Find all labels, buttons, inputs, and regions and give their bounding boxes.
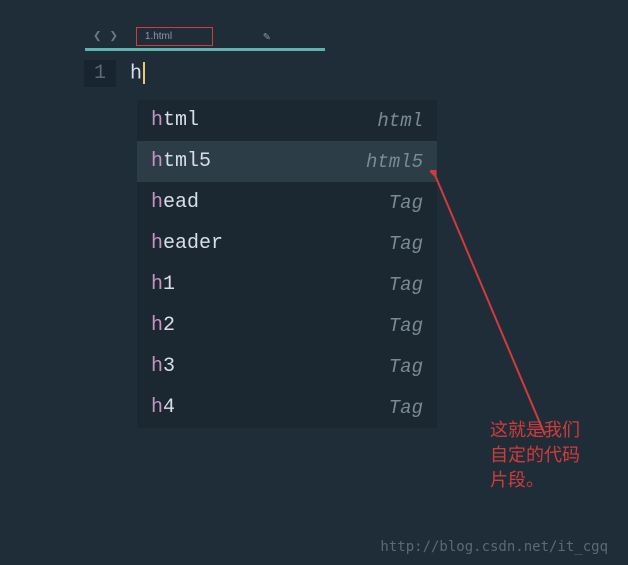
autocomplete-type: html <box>377 110 423 132</box>
nav-arrows: ❮ ❯ <box>93 28 118 45</box>
autocomplete-type: Tag <box>389 315 423 337</box>
gutter: 1 <box>0 60 130 87</box>
annotation-line: 这就是我们 <box>490 418 580 443</box>
autocomplete-type: Tag <box>389 397 423 419</box>
autocomplete-type: Tag <box>389 233 423 255</box>
annotation-text: 这就是我们 自定的代码 片段。 <box>490 418 580 494</box>
file-tab[interactable]: 1.html <box>136 27 213 46</box>
line-number: 1 <box>84 60 116 87</box>
autocomplete-type: html5 <box>366 151 423 173</box>
autocomplete-label: header <box>151 232 223 255</box>
autocomplete-item[interactable]: h4 Tag <box>137 387 437 428</box>
code-input[interactable]: h <box>130 60 145 87</box>
autocomplete-item[interactable]: html html <box>137 100 437 141</box>
autocomplete-label: h3 <box>151 355 175 378</box>
autocomplete-item[interactable]: h2 Tag <box>137 305 437 346</box>
autocomplete-item[interactable]: header Tag <box>137 223 437 264</box>
autocomplete-label: h4 <box>151 396 175 419</box>
annotation-arrow <box>430 170 600 450</box>
autocomplete-item[interactable]: h1 Tag <box>137 264 437 305</box>
autocomplete-item[interactable]: head Tag <box>137 182 437 223</box>
autocomplete-type: Tag <box>389 192 423 214</box>
tab-underline <box>85 48 325 51</box>
watermark: http://blog.csdn.net/it_cgq <box>380 539 608 555</box>
cursor <box>143 62 145 84</box>
autocomplete-label: html <box>151 109 199 132</box>
annotation-line: 片段。 <box>490 468 580 493</box>
autocomplete-type: Tag <box>389 274 423 296</box>
autocomplete-label: h2 <box>151 314 175 337</box>
annotation-line: 自定的代码 <box>490 443 580 468</box>
autocomplete-popup: htmlhtmlhtml5html5headTagheaderTagh1Tagh… <box>137 100 437 428</box>
autocomplete-label: html5 <box>151 150 211 173</box>
autocomplete-item[interactable]: html5 html5 <box>137 141 437 182</box>
typed-text: h <box>130 62 142 85</box>
nav-forward-icon[interactable]: ❯ <box>109 28 117 45</box>
nav-back-icon[interactable]: ❮ <box>93 28 101 45</box>
autocomplete-label: h1 <box>151 273 175 296</box>
autocomplete-label: head <box>151 191 199 214</box>
autocomplete-item[interactable]: h3 Tag <box>137 346 437 387</box>
file-tab-label: 1.html <box>145 31 172 42</box>
tab-bar: ❮ ❯ 1.html ✎ <box>0 0 628 52</box>
editor: 1 h <box>0 60 628 87</box>
autocomplete-type: Tag <box>389 356 423 378</box>
edit-icon[interactable]: ✎ <box>263 29 270 44</box>
